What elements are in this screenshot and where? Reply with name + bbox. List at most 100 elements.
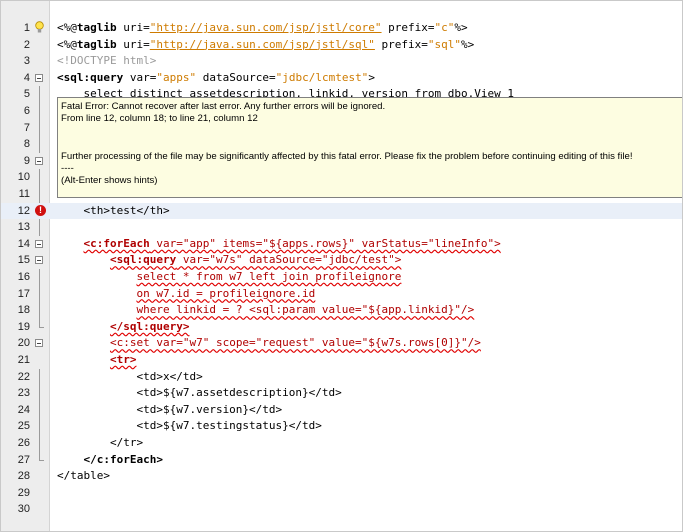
tooltip-line-error: Fatal Error: Cannot recover after last e… xyxy=(61,101,386,112)
code-line-24[interactable]: 24 <td>${w7.version}</td> xyxy=(1,401,682,419)
line-number: 6 xyxy=(23,105,30,117)
error-icon[interactable]: ! xyxy=(35,204,46,216)
line-number: 24 xyxy=(17,403,30,416)
code-text[interactable]: </tr> xyxy=(57,435,143,452)
lightbulb-icon[interactable] xyxy=(35,21,44,34)
fold-guide xyxy=(39,119,40,137)
code-text[interactable]: <c:set var="w7" scope="request" value="$… xyxy=(57,335,481,352)
fold-toggle-icon[interactable] xyxy=(35,73,43,82)
code-line-28[interactable]: 28 </table> xyxy=(1,468,682,485)
line-number: 11 xyxy=(18,188,30,200)
editor-frame: 1 <%@taglib uri="http://java.sun.com/jsp/… xyxy=(0,0,683,532)
code-text[interactable]: on w7.id = profileignore.id xyxy=(57,286,315,303)
fatal-error-tooltip: Fatal Error: Cannot recover after last e… xyxy=(57,97,682,198)
code-line-20[interactable]: 20 <c:set var="w7" scope="request" value… xyxy=(1,335,682,352)
line-number: 17 xyxy=(17,287,30,300)
code-text[interactable]: <tr> xyxy=(57,352,137,369)
code-text[interactable]: <!DOCTYPE html> xyxy=(57,53,156,70)
line-number: 8 xyxy=(23,138,30,151)
code-text[interactable]: <c:forEach var="app" items="${apps.rows}… xyxy=(57,236,501,253)
code-line-13[interactable]: 13 xyxy=(1,219,682,236)
line-number: 27 xyxy=(17,453,30,466)
code-line-15[interactable]: 15 <sql:query var="w7s" dataSource="jdbc… xyxy=(1,252,682,269)
tooltip-line-warning: Further processing of the file may be si… xyxy=(61,151,633,162)
code-text[interactable]: <%@taglib uri="http://java.sun.com/jsp/j… xyxy=(57,20,468,37)
code-line-2[interactable]: 2 <%@taglib uri="http://java.sun.com/jsp/… xyxy=(1,37,682,54)
line-number: 12 xyxy=(17,204,30,217)
tooltip-line-range: From line 12, column 18; to line 21, col… xyxy=(61,113,258,124)
tooltip-line-separator: ---- xyxy=(61,163,74,174)
line-number: 10 xyxy=(17,171,30,184)
fold-guide xyxy=(39,418,40,435)
fold-guide xyxy=(39,285,40,303)
code-line-16[interactable]: 16 select * from w7 left join profileign… xyxy=(1,269,682,286)
fold-guide xyxy=(39,368,40,386)
line-number: 9 xyxy=(23,154,30,167)
line-number: 13 xyxy=(17,221,30,234)
code-text[interactable]: <sql:query var="w7s" dataSource="jdbc/te… xyxy=(57,252,401,269)
fold-guide xyxy=(39,136,40,153)
code-line-1[interactable]: 1 <%@taglib uri="http://java.sun.com/jsp/… xyxy=(1,20,682,37)
code-line-22[interactable]: 22 <td>x</td> xyxy=(1,368,682,386)
code-text[interactable]: </c:forEach> xyxy=(57,452,163,469)
line-number: 5 xyxy=(23,88,30,101)
code-text[interactable]: <td>${w7.assetdescription}</td> xyxy=(57,385,341,402)
line-number: 25 xyxy=(17,420,30,433)
line-number: 26 xyxy=(17,437,30,449)
code-text[interactable]: </table> xyxy=(57,468,110,485)
code-line-26[interactable]: 26 </tr> xyxy=(1,435,682,452)
fold-toggle-icon[interactable] xyxy=(35,339,43,348)
fold-toggle-icon[interactable] xyxy=(35,156,43,165)
code-text[interactable]: <sql:query var="apps" dataSource="jdbc/l… xyxy=(57,70,375,87)
line-number: 23 xyxy=(17,387,30,400)
code-text[interactable]: where linkid = ? <sql:param value="${app… xyxy=(57,302,474,319)
line-number: 2 xyxy=(23,38,30,51)
code-line-17[interactable]: 17 on w7.id = profileignore.id xyxy=(1,285,682,303)
code-line-4[interactable]: 4 <sql:query var="apps" dataSource="jdbc/… xyxy=(1,70,682,87)
code-line-12[interactable]: 12! <th>test</th> xyxy=(1,202,682,220)
code-text[interactable]: <td>${w7.testingstatus}</td> xyxy=(57,418,321,435)
code-text[interactable]: <td>x</td> xyxy=(57,369,202,386)
fold-guide xyxy=(39,186,40,203)
fold-end-marker xyxy=(39,451,44,461)
fold-guide xyxy=(39,103,40,120)
fold-guide xyxy=(39,435,40,452)
line-number: 16 xyxy=(17,271,30,283)
code-line-3[interactable]: 3 <!DOCTYPE html> xyxy=(1,53,682,70)
line-number: 14 xyxy=(17,237,30,250)
fold-toggle-icon[interactable] xyxy=(35,256,43,265)
code-line-25[interactable]: 25 <td>${w7.testingstatus}</td> xyxy=(1,418,682,435)
fold-guide xyxy=(39,401,40,419)
line-number: 4 xyxy=(23,71,30,84)
line-number: 7 xyxy=(23,121,30,134)
code-text[interactable]: <%@taglib uri="http://java.sun.com/jsp/j… xyxy=(57,37,474,54)
fold-guide xyxy=(39,86,40,103)
code-line-14[interactable]: 14 <c:forEach var="app" items="${apps.ro… xyxy=(1,236,682,253)
line-number: 19 xyxy=(17,320,30,333)
line-number: 18 xyxy=(17,304,30,317)
code-text[interactable]: </sql:query> xyxy=(57,319,189,336)
code-text[interactable]: <th>test</th> xyxy=(57,203,169,220)
code-text[interactable]: <td>${w7.version}</td> xyxy=(57,402,282,419)
code-line-30[interactable]: 30 xyxy=(1,501,682,518)
line-number: 30 xyxy=(17,503,30,516)
fold-guide xyxy=(39,385,40,402)
line-number: 1 xyxy=(23,22,30,34)
line-number: 29 xyxy=(17,486,30,499)
code-line-23[interactable]: 23 <td>${w7.assetdescription}</td> xyxy=(1,385,682,402)
line-number: 28 xyxy=(17,470,30,483)
line-number: 3 xyxy=(23,55,30,68)
code-line-19[interactable]: 19 </sql:query> xyxy=(1,318,682,336)
code-text[interactable]: select * from w7 left join profileignore xyxy=(57,269,401,286)
fold-guide xyxy=(39,302,40,319)
fold-end-marker xyxy=(39,318,44,328)
tooltip-line-hint: (Alt-Enter shows hints) xyxy=(61,175,158,186)
code-line-29[interactable]: 29 xyxy=(1,485,682,502)
line-number: 15 xyxy=(17,254,30,267)
fold-toggle-icon[interactable] xyxy=(35,239,43,248)
fold-guide xyxy=(39,269,40,286)
code-line-21[interactable]: 21 <tr> xyxy=(1,352,682,369)
code-line-27[interactable]: 27 </c:forEach> xyxy=(1,451,682,469)
code-line-18[interactable]: 18 where linkid = ? <sql:param value="${… xyxy=(1,302,682,319)
line-number: 22 xyxy=(17,370,30,383)
